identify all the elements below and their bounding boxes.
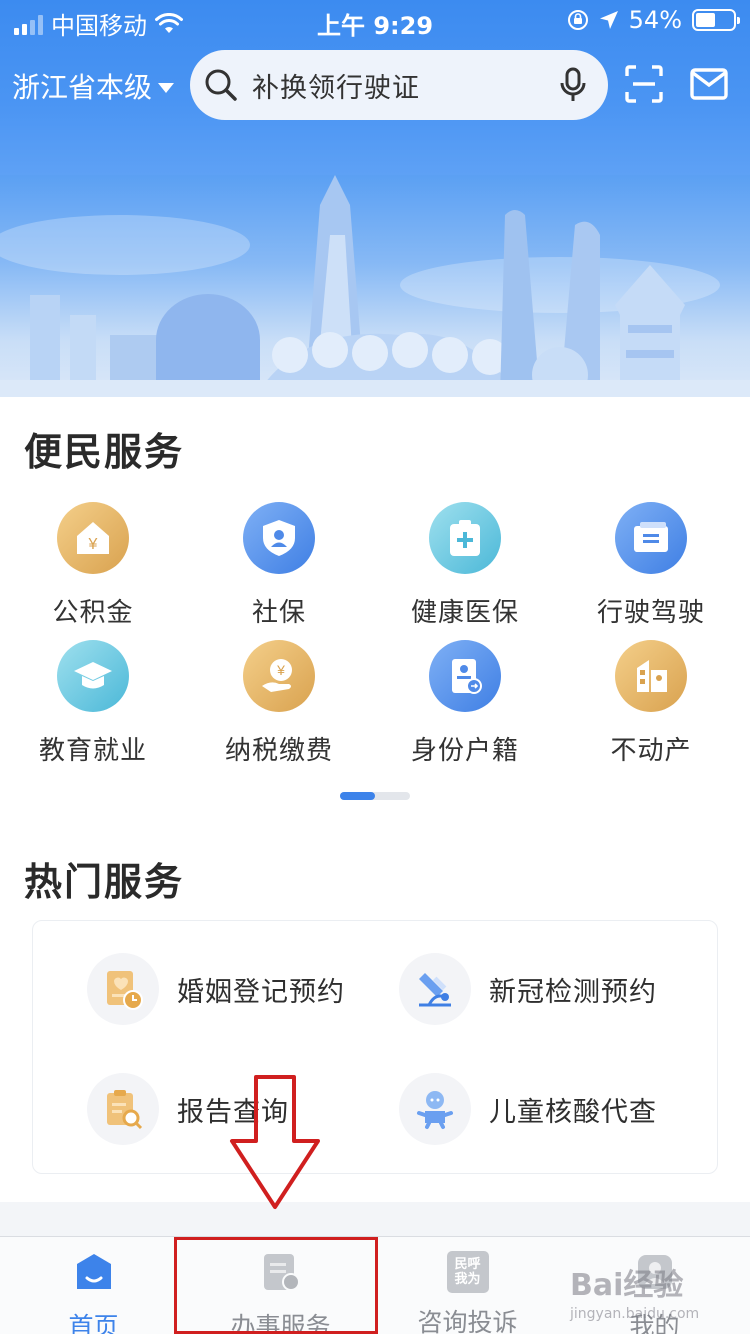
housing-fund-icon: ¥ [57,502,129,574]
tab-mine[interactable]: 我的 [561,1237,748,1334]
service-tax-payment[interactable]: ¥ 纳税缴费 [186,640,372,767]
city-banner [0,175,750,397]
service-label: 纳税缴费 [224,736,333,766]
home-icon [76,1254,111,1289]
hot-item-child-test[interactable]: 儿童核酸代查 [399,1073,657,1145]
hot-item-label: 报告查询 [177,1096,289,1128]
education-icon [57,640,129,712]
section-title-hot: 热门服务 [24,860,185,904]
citizen-voice-icon: 民呼我为 [446,1251,489,1293]
service-social-security[interactable]: 社保 [186,502,372,629]
location-icon [599,11,618,29]
document-service-icon [263,1254,300,1291]
status-bar: 中国移动 上午 9:29 54% [0,0,750,42]
tab-services[interactable]: 办事服务 [187,1237,374,1334]
service-label: 健康医保 [410,598,519,628]
bottom-tab-bar: 首页 办事服务 民呼我为 咨询投诉 我的 [0,1236,750,1334]
consult-icon-text: 民呼我为 [454,1257,481,1287]
service-label: 不动产 [610,736,692,766]
covid-test-icon [399,953,471,1025]
content-panel: 便民服务 ¥ 公积金 社保 健康医保 行驶驾驶 教育就业 ¥ 纳税缴费 身份户籍… [0,397,750,1202]
service-real-estate[interactable]: 不动产 [558,640,744,767]
service-medical-insurance[interactable]: 健康医保 [372,502,558,629]
hot-item-covid-test[interactable]: 新冠检测预约 [399,953,657,1025]
service-id-household[interactable]: 身份户籍 [372,640,558,767]
hot-item-marriage[interactable]: 婚姻登记预约 [87,953,345,1025]
tab-home[interactable]: 首页 [0,1237,187,1334]
page-indicator-active [340,792,375,800]
hot-services-card: 婚姻登记预约 新冠检测预约 报告查询 儿童核酸代查 [32,920,718,1174]
mail-icon[interactable] [689,64,729,104]
service-label: 行驶驾驶 [596,598,705,628]
id-household-icon [429,640,501,712]
page-indicator [340,792,410,800]
service-label: 身份户籍 [410,736,519,766]
battery-percent: 54% [628,6,682,34]
region-selector[interactable]: 浙江省本级 [12,66,175,106]
tab-label: 我的 [629,1312,680,1334]
tab-label: 咨询投诉 [417,1308,518,1334]
service-label: 教育就业 [38,736,147,766]
svg-text:¥: ¥ [88,536,98,553]
tax-payment-icon: ¥ [243,640,315,712]
search-input[interactable]: 补换领行驶证 [252,66,560,105]
child-test-icon [399,1073,471,1145]
service-driving[interactable]: 行驶驾驶 [558,502,744,629]
caret-down-icon [158,83,175,93]
svg-text:¥: ¥ [276,662,285,678]
tab-label: 办事服务 [230,1312,331,1334]
social-security-icon [243,502,315,574]
tab-label: 首页 [68,1312,119,1334]
driving-license-icon [615,502,687,574]
report-query-icon [87,1073,159,1145]
profile-icon [637,1255,672,1289]
service-label: 公积金 [52,598,134,628]
hot-item-label: 新冠检测预约 [489,976,657,1008]
marriage-registration-icon [87,953,159,1025]
microphone-icon[interactable] [560,67,586,103]
tab-consult[interactable]: 民呼我为 咨询投诉 [374,1237,561,1334]
hot-item-report-query[interactable]: 报告查询 [87,1073,289,1145]
service-label: 社保 [251,598,306,628]
scan-icon[interactable] [624,64,664,104]
real-estate-icon [615,640,687,712]
status-right: 54% [567,6,740,34]
region-label: 浙江省本级 [12,71,153,104]
hot-item-label: 婚姻登记预约 [177,976,345,1008]
service-housing-fund[interactable]: ¥ 公积金 [0,502,186,629]
hot-item-label: 儿童核酸代查 [489,1096,657,1128]
rotation-lock-icon [567,10,588,30]
section-title-convenience: 便民服务 [24,430,185,474]
service-education[interactable]: 教育就业 [0,640,186,767]
battery-icon [692,9,740,31]
search-bar[interactable]: 补换领行驶证 [190,50,608,120]
search-icon [205,69,237,101]
header-row: 浙江省本级 补换领行驶证 [0,48,750,120]
skyline-illustration [0,175,750,397]
battery-level [696,13,716,27]
medical-insurance-icon [429,502,501,574]
